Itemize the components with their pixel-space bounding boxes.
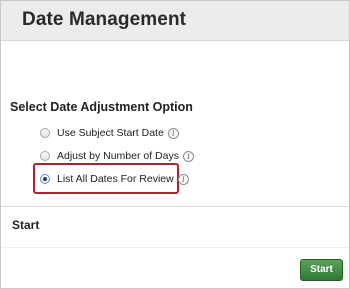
option-label: Adjust by Number of Days [57, 150, 179, 162]
info-icon[interactable]: i [182, 150, 194, 162]
option-use-subject-start-date[interactable]: Use Subject Start Date i [40, 125, 179, 141]
start-button[interactable]: Start [300, 259, 343, 281]
option-label: Use Subject Start Date [57, 127, 164, 139]
footer-divider [1, 247, 349, 248]
info-icon[interactable]: i [177, 173, 189, 185]
option-list-all-dates-for-review[interactable]: List All Dates For Review i [40, 171, 189, 187]
option-adjust-by-number-of-days[interactable]: Adjust by Number of Days i [40, 148, 194, 164]
date-management-panel: Date Management Select Date Adjustment O… [0, 0, 350, 289]
radio-button[interactable] [40, 151, 50, 161]
section-title: Select Date Adjustment Option [10, 100, 193, 114]
option-label: List All Dates For Review [57, 173, 174, 185]
start-section-heading: Start [12, 218, 40, 232]
page-title: Date Management [22, 9, 187, 30]
radio-button-selected[interactable] [40, 174, 50, 184]
section-divider [1, 206, 349, 207]
panel-header: Date Management [1, 1, 349, 41]
radio-button[interactable] [40, 128, 50, 138]
info-icon[interactable]: i [167, 127, 179, 139]
